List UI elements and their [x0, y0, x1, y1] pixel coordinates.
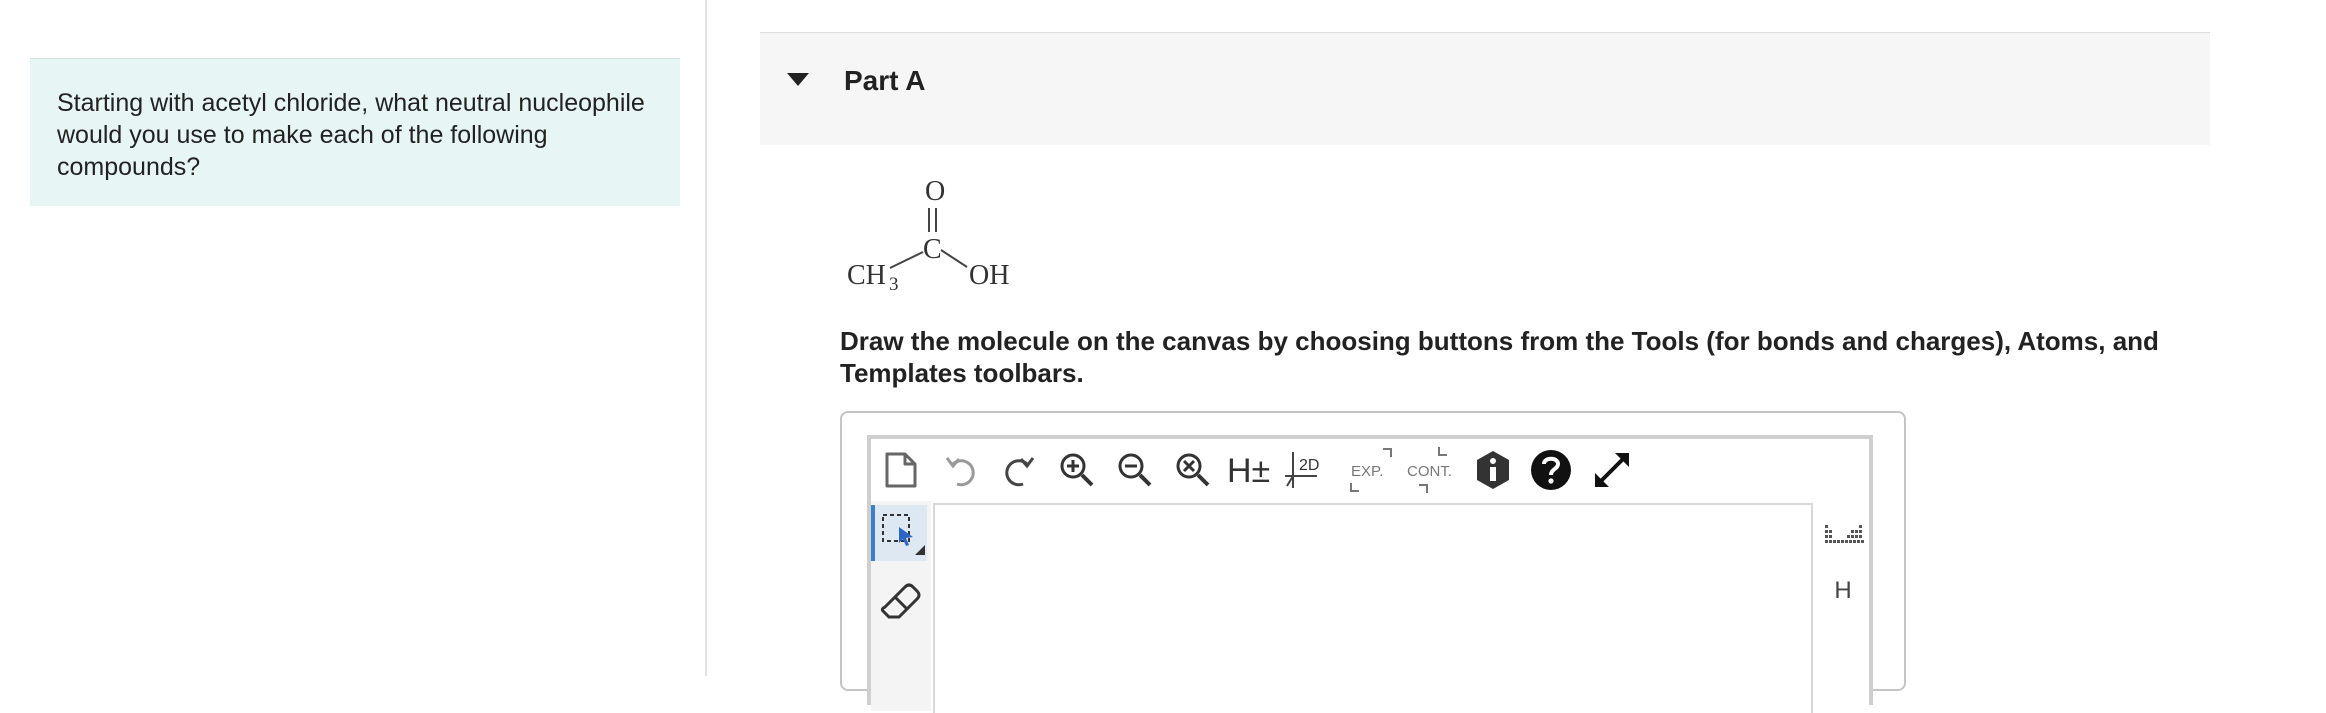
- redo-button[interactable]: [997, 445, 1041, 495]
- hydroxyl-label: OH: [969, 260, 1009, 291]
- atoms-toolbar: H: [1817, 501, 1869, 711]
- info-button[interactable]: [1471, 445, 1515, 495]
- periodic-table-button[interactable]: [1825, 523, 1865, 552]
- help-button[interactable]: [1529, 445, 1573, 495]
- atom-hydrogen-button[interactable]: H: [1817, 577, 1869, 605]
- molecule-editor: H± 2D EXP. CONT. H: [840, 411, 1906, 713]
- editor-frame: H± 2D EXP. CONT. H: [867, 435, 1873, 713]
- eraser-icon: [880, 583, 921, 619]
- clear-canvas-button[interactable]: [879, 445, 923, 495]
- fullscreen-icon: [1595, 453, 1629, 487]
- methyl-label: CH: [847, 260, 886, 291]
- left-toolbar: [871, 501, 931, 711]
- top-toolbar: H± 2D EXP. CONT.: [871, 439, 1869, 501]
- svg-text:EXP.: EXP.: [1351, 463, 1383, 480]
- drawing-canvas[interactable]: [933, 503, 1813, 713]
- oxygen-label: O: [925, 176, 945, 207]
- hydrogens-button[interactable]: H±: [1225, 445, 1275, 495]
- clean-2d-icon: 2D: [1285, 452, 1319, 488]
- expand-button[interactable]: EXP.: [1345, 445, 1397, 495]
- expand-icon: EXP.: [1350, 448, 1392, 492]
- periodic-table-icon: [1825, 525, 1864, 543]
- fullscreen-button[interactable]: [1587, 445, 1637, 495]
- undo-icon: [945, 457, 975, 487]
- acetic-acid-structure: O C CH 3 OH: [847, 176, 1009, 295]
- zoom-out-button[interactable]: [1113, 445, 1157, 495]
- help-icon: [1531, 450, 1571, 490]
- svg-text:2D: 2D: [1299, 457, 1319, 474]
- clean-2d-button[interactable]: 2D: [1283, 445, 1333, 495]
- bond-right: [940, 249, 968, 268]
- left-panel: Starting with acetyl chloride, what neut…: [0, 0, 705, 676]
- part-a-header[interactable]: Part A: [760, 33, 2210, 145]
- eraser-tool-button[interactable]: [871, 569, 927, 625]
- molecule-structure: O C CH 3 OH: [845, 170, 1045, 300]
- zoom-reset-icon: [1176, 453, 1210, 487]
- new-document-icon: [885, 452, 917, 488]
- contract-button[interactable]: CONT.: [1405, 445, 1461, 495]
- selection-rectangle-icon: [882, 514, 925, 555]
- caret-down-icon[interactable]: [787, 73, 809, 86]
- question-box: Starting with acetyl chloride, what neut…: [30, 58, 680, 206]
- redo-icon: [1005, 457, 1035, 487]
- question-text: Starting with acetyl chloride, what neut…: [57, 89, 645, 181]
- carbon-label: C: [923, 234, 942, 265]
- info-icon: [1477, 451, 1509, 489]
- panel-divider: [705, 0, 707, 676]
- zoom-in-icon: [1060, 453, 1094, 487]
- zoom-out-icon: [1118, 453, 1152, 487]
- hydrogens-icon: H±: [1227, 452, 1270, 490]
- methyl-subscript: 3: [889, 274, 899, 295]
- instructions-text: Draw the molecule on the canvas by choos…: [840, 326, 2159, 388]
- svg-text:H±: H±: [1227, 452, 1270, 490]
- svg-text:CONT.: CONT.: [1407, 463, 1452, 480]
- zoom-reset-button[interactable]: [1171, 445, 1215, 495]
- undo-button[interactable]: [939, 445, 983, 495]
- bond-left: [889, 251, 924, 269]
- contract-icon: CONT.: [1407, 447, 1452, 493]
- select-tool-button[interactable]: [871, 505, 927, 561]
- zoom-in-button[interactable]: [1055, 445, 1099, 495]
- part-title: Part A: [844, 65, 926, 96]
